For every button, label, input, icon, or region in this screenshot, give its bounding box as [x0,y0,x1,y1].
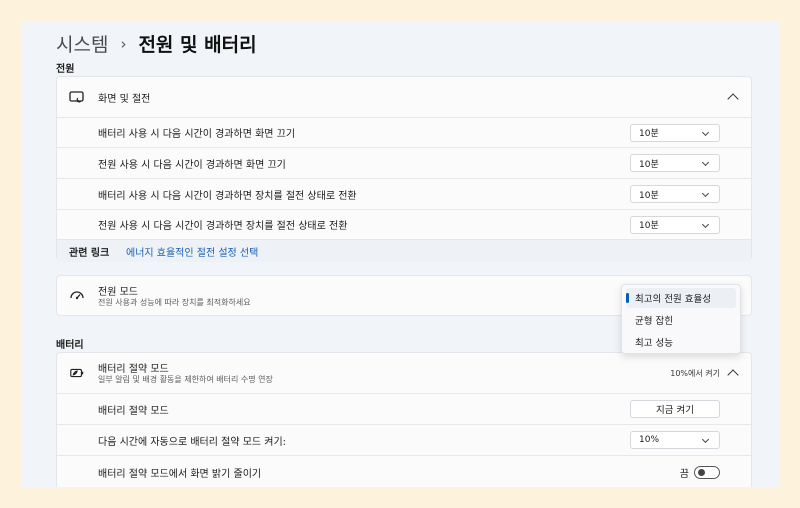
select-value: 10% [639,435,660,445]
chevron-up-icon[interactable] [727,93,739,105]
power-mode-dropdown: 최고의 전원 효율성 균형 잡힌 최고 성능 [621,284,741,354]
setting-label: 전원 사용 시 다음 시간이 경과하면 화면 끄기 [98,159,286,171]
turn-on-now-button[interactable]: 지금 켜기 [630,400,720,418]
chevron-down-icon [701,158,710,167]
chevron-down-icon [701,128,710,136]
page-title: 전원 및 배터리 [138,34,257,56]
power-mode-option-balanced[interactable]: 균형 잡힌 [626,310,736,330]
power-mode-title: 전원 모드 [98,287,138,298]
battery-screen-off-select[interactable]: 10분 [630,123,720,142]
screen-sleep-header[interactable]: 화면 및 절전 [57,77,751,117]
toggle-state-text: 끔 [679,469,689,480]
option-label: 최고 성능 [635,338,673,349]
power-mode-icon [69,289,85,305]
plugged-screen-off-select[interactable]: 10분 [630,154,720,172]
section-title-battery: 배터리 [56,340,84,351]
energy-efficient-sleep-link[interactable]: 에너지 효율적인 절전 설정 선택 [126,244,258,259]
setting-label: 배터리 절약 모드 [98,405,169,417]
selected-indicator [626,293,629,303]
chevron-down-icon [701,220,710,228]
option-label: 최고의 전원 효율성 [635,294,711,305]
battery-saver-title: 배터리 절약 모드 [98,364,169,375]
related-links: 관련 링크 에너지 효율적인 절전 설정 선택 [57,239,751,262]
battery-saver-card: 배터리 절약 모드 일부 알림 및 배경 활동을 제한하여 배터리 수명 연장 … [56,352,752,487]
settings-window: 시스템 › 전원 및 배터리 전원 화면 및 절전 배터리 사용 시 다음 시간… [21,22,779,487]
select-value: 10분 [639,190,659,201]
brightness-toggle[interactable] [694,466,720,479]
battery-saver-subtitle: 일부 알림 및 배경 활동을 제한하여 배터리 수명 연장 [98,375,273,384]
select-value: 10분 [639,159,659,170]
auto-battery-saver-select[interactable]: 10% [630,431,720,449]
screen-sleep-icon [69,89,85,105]
setting-row: 배터리 절약 모드 지금 켜기 [57,393,751,424]
select-value: 10분 [639,129,659,139]
section-title-power: 전원 [56,64,75,75]
chevron-down-icon [701,435,710,444]
power-mode-option-performance[interactable]: 최고 성능 [626,332,736,352]
setting-row: 전원 사용 시 다음 시간이 경과하면 장치를 절전 상태로 전환 10분 [57,209,751,239]
battery-saver-header[interactable]: 배터리 절약 모드 일부 알림 및 배경 활동을 제한하여 배터리 수명 연장 … [57,353,751,393]
setting-label: 전원 사용 시 다음 시간이 경과하면 장치를 절전 상태로 전환 [98,221,348,232]
screen-sleep-title: 화면 및 절전 [98,93,151,105]
chevron-down-icon [701,189,710,198]
toggle-knob [698,469,705,476]
related-links-title: 관련 링크 [69,247,110,259]
setting-row: 다음 시간에 자동으로 배터리 절약 모드 켜기: 10% [57,424,751,455]
select-value: 10분 [639,221,659,231]
battery-saver-icon [69,365,85,381]
setting-label: 배터리 사용 시 다음 시간이 경과하면 화면 끄기 [98,129,296,140]
option-label: 균형 잡힌 [635,316,673,327]
breadcrumb-system-link[interactable]: 시스템 [56,30,108,57]
breadcrumb-separator: › [120,34,127,53]
setting-row: 배터리 사용 시 다음 시간이 경과하면 화면 끄기 10분 [57,117,751,147]
screen-sleep-card: 화면 및 절전 배터리 사용 시 다음 시간이 경과하면 화면 끄기 10분 전… [56,76,752,262]
power-mode-subtitle: 전원 사용과 성능에 따라 장치를 최적화하세요 [98,298,251,307]
setting-row: 배터리 사용 시 다음 시간이 경과하면 장치를 절전 상태로 전환 10분 [57,178,751,209]
setting-label: 다음 시간에 자동으로 배터리 절약 모드 켜기: [98,436,287,448]
breadcrumb: 시스템 › 전원 및 배터리 [56,30,257,57]
setting-row: 전원 사용 시 다음 시간이 경과하면 화면 끄기 10분 [57,147,751,178]
plugged-sleep-select[interactable]: 10분 [630,215,720,234]
battery-saver-status: 10%에서 켜기 [670,368,720,378]
setting-row: 배터리 절약 모드에서 화면 밝기 줄이기 끔 [57,455,751,487]
battery-sleep-select[interactable]: 10분 [630,185,720,203]
power-mode-option-efficiency[interactable]: 최고의 전원 효율성 [626,288,736,308]
chevron-up-icon[interactable] [727,369,739,381]
setting-label: 배터리 절약 모드에서 화면 밝기 줄이기 [98,469,262,480]
setting-label: 배터리 사용 시 다음 시간이 경과하면 장치를 절전 상태로 전환 [98,190,357,202]
